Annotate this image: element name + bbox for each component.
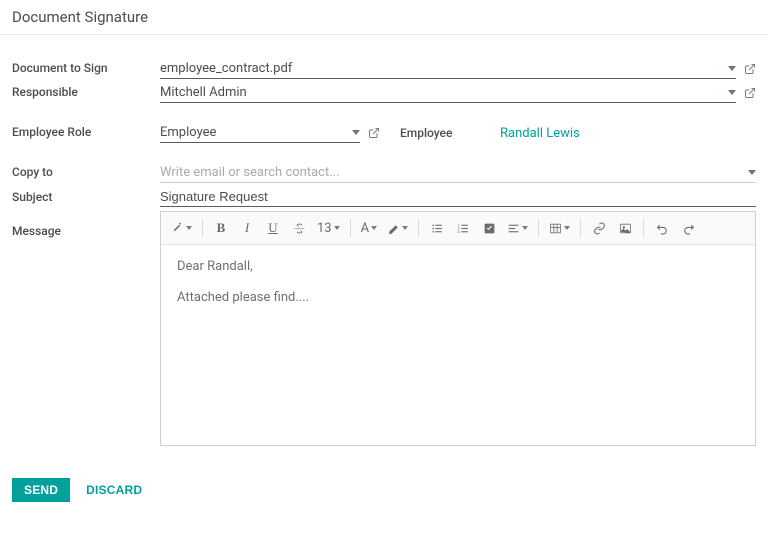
field-employee-role: Employee Employee Randall Lewis — [160, 123, 756, 143]
employee-group: Employee Randall Lewis — [400, 126, 756, 141]
align-icon[interactable] — [503, 216, 532, 240]
employee-link[interactable]: Randall Lewis — [500, 126, 580, 141]
subject-input[interactable] — [160, 187, 756, 207]
image-icon[interactable] — [613, 216, 637, 240]
dialog-title: Document Signature — [12, 8, 756, 26]
label-responsible: Responsible — [12, 85, 160, 99]
rich-editor: B I U 13 A 123 — [160, 211, 756, 446]
copy-to-placeholder: Write email or search contact... — [160, 165, 742, 180]
caret-down-icon[interactable] — [728, 90, 736, 95]
highlight-icon[interactable] — [383, 216, 412, 240]
label-subject: Subject — [12, 190, 160, 204]
message-line: Attached please find.... — [177, 290, 739, 305]
external-link-icon[interactable] — [744, 63, 756, 75]
text-color-button[interactable]: A — [357, 216, 381, 240]
send-button[interactable]: Send — [12, 478, 70, 502]
checklist-icon[interactable] — [477, 216, 501, 240]
row-copy-to: Copy to Write email or search contact... — [12, 163, 756, 183]
row-responsible: Responsible Mitchell Admin — [12, 83, 756, 103]
document-value: employee_contract.pdf — [160, 61, 722, 76]
dialog-footer: Send Discard — [0, 466, 768, 514]
bold-button[interactable]: B — [209, 216, 233, 240]
strike-icon[interactable] — [287, 216, 311, 240]
form-body: Document to Sign employee_contract.pdf R… — [0, 35, 768, 466]
underline-button[interactable]: U — [261, 216, 285, 240]
caret-down-icon[interactable] — [748, 170, 756, 175]
row-message: Message B I U 13 A 123 — [12, 211, 756, 446]
caret-down-icon[interactable] — [352, 130, 360, 135]
svg-text:3: 3 — [457, 228, 459, 233]
employee-role-select[interactable]: Employee — [160, 123, 360, 143]
list-ul-icon[interactable] — [425, 216, 449, 240]
magic-icon[interactable] — [167, 216, 196, 240]
dialog-header: Document Signature — [0, 0, 768, 35]
label-message: Message — [12, 224, 160, 238]
document-select[interactable]: employee_contract.pdf — [160, 59, 736, 79]
link-icon[interactable] — [587, 216, 611, 240]
field-document: employee_contract.pdf — [160, 59, 756, 79]
copy-to-input[interactable]: Write email or search contact... — [160, 163, 756, 183]
editor-content[interactable]: Dear Randall, Attached please find.... — [161, 245, 755, 445]
separator — [418, 219, 419, 237]
caret-down-icon[interactable] — [728, 66, 736, 71]
field-subject — [160, 187, 756, 207]
separator — [350, 219, 351, 237]
message-line: Dear Randall, — [177, 259, 739, 274]
label-copy-to: Copy to — [12, 165, 160, 179]
table-icon[interactable] — [545, 216, 574, 240]
italic-button[interactable]: I — [235, 216, 259, 240]
employee-role-value: Employee — [160, 125, 346, 140]
field-responsible: Mitchell Admin — [160, 83, 756, 103]
font-size-button[interactable]: 13 — [313, 216, 344, 240]
label-employee: Employee — [400, 126, 500, 141]
separator — [580, 219, 581, 237]
label-document: Document to Sign — [12, 61, 160, 75]
field-message: B I U 13 A 123 — [160, 211, 756, 446]
external-link-icon[interactable] — [744, 87, 756, 99]
discard-button[interactable]: Discard — [74, 478, 154, 502]
redo-icon[interactable] — [676, 216, 700, 240]
list-ol-icon[interactable]: 123 — [451, 216, 475, 240]
undo-icon[interactable] — [650, 216, 674, 240]
separator — [538, 219, 539, 237]
external-link-icon[interactable] — [368, 127, 380, 139]
field-copy-to: Write email or search contact... — [160, 163, 756, 183]
separator — [202, 219, 203, 237]
label-employee-role: Employee Role — [12, 125, 160, 139]
separator — [643, 219, 644, 237]
row-employee-role: Employee Role Employee Employee Randall … — [12, 123, 756, 143]
row-subject: Subject — [12, 187, 756, 207]
row-document: Document to Sign employee_contract.pdf — [12, 59, 756, 79]
editor-toolbar: B I U 13 A 123 — [161, 212, 755, 245]
responsible-select[interactable]: Mitchell Admin — [160, 83, 736, 103]
responsible-value: Mitchell Admin — [160, 85, 722, 100]
